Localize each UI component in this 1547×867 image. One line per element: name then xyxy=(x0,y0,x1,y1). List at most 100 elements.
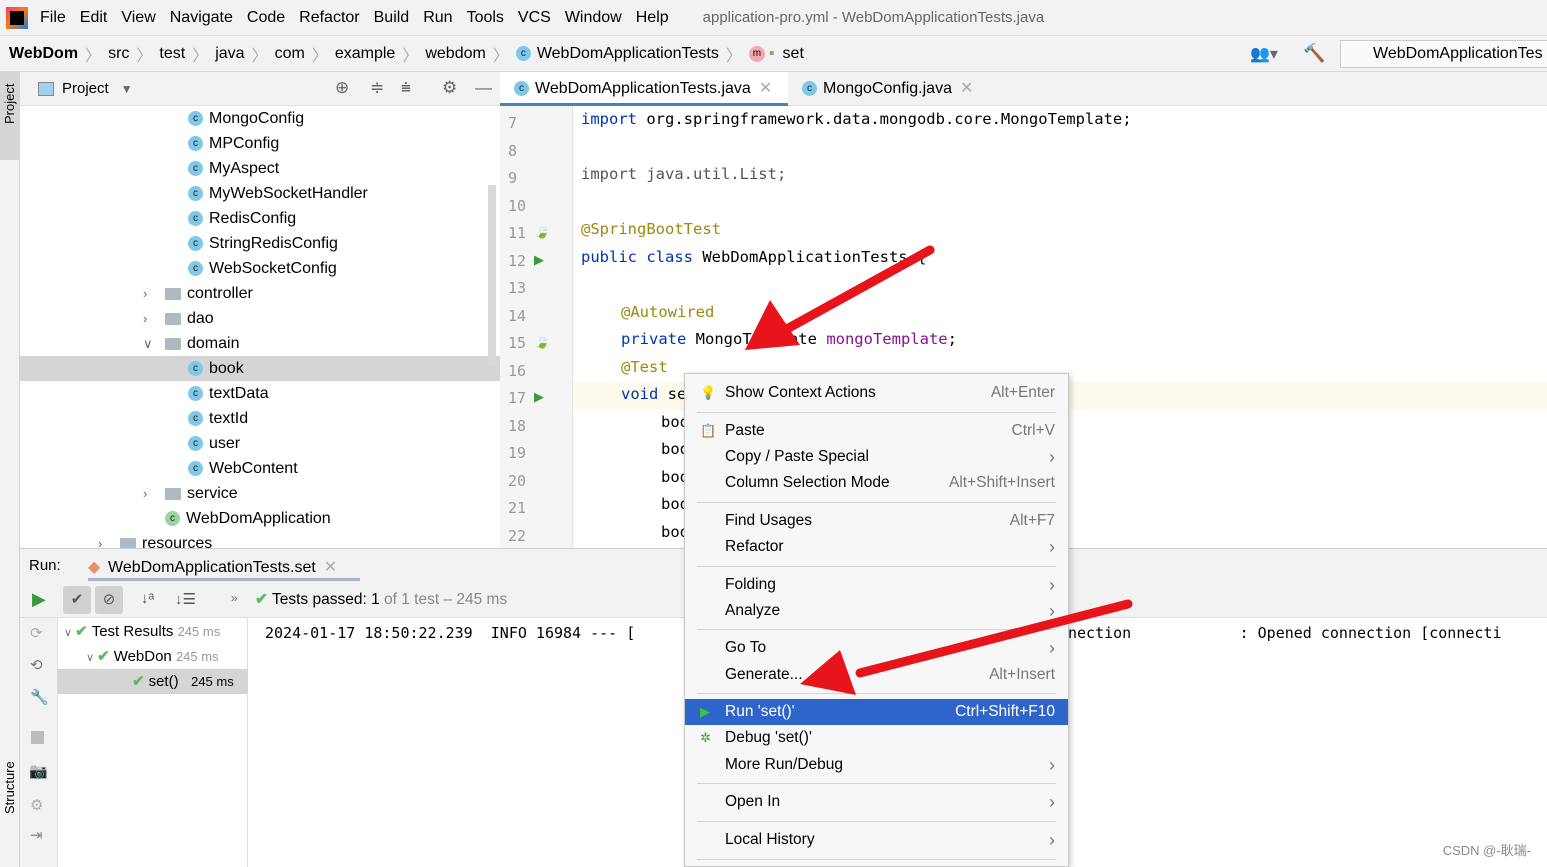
close-icon[interactable]: ✕ xyxy=(324,559,337,576)
tree-item[interactable]: c WebDomApplication xyxy=(20,506,500,531)
menu-item-more-run-debug[interactable]: More Run/Debug › xyxy=(685,752,1068,778)
menu-item-copy-paste-special[interactable]: Copy / Paste Special › xyxy=(685,444,1068,470)
close-icon[interactable]: ✕ xyxy=(759,80,772,97)
tree-item[interactable]: › dao xyxy=(20,306,500,331)
tree-item[interactable]: › service xyxy=(20,481,500,506)
hide-icon[interactable]: — xyxy=(475,78,492,98)
tree-item[interactable]: › resources xyxy=(20,531,500,548)
tree-item[interactable]: c user xyxy=(20,431,500,456)
tab-mongoconfig[interactable]: c MongoConfig.java ✕ xyxy=(788,72,988,106)
menu-item-debug-set[interactable]: ✲ Debug 'set()' xyxy=(685,725,1068,751)
tree-item[interactable]: c MyAspect xyxy=(20,156,500,181)
run-config-select[interactable]: WebDomApplicationTes xyxy=(1340,40,1547,68)
tree-item[interactable]: c MyWebSocketHandler xyxy=(20,181,500,206)
chevron-down-icon[interactable]: ∨ xyxy=(143,331,153,356)
camera-icon[interactable]: 📷 xyxy=(29,762,48,780)
bean-icon[interactable]: 🍃 xyxy=(534,224,550,240)
project-scrollbar[interactable] xyxy=(488,185,496,365)
tab-webdomapplicationtests[interactable]: c WebDomApplicationTests.java ✕ xyxy=(500,72,788,106)
run-tab[interactable]: ◆ WebDomApplicationTests.set ✕ xyxy=(88,549,360,581)
test-row-selected[interactable]: ✔ set() 245 ms xyxy=(58,669,248,694)
menu-item-open-in[interactable]: Open In › xyxy=(685,789,1068,815)
menu-run[interactable]: Run xyxy=(423,9,452,27)
settings-icon[interactable]: ⚙ xyxy=(30,796,43,814)
sort-alpha-icon[interactable]: ↓ᵃ xyxy=(141,590,154,607)
tree-item[interactable]: c MongoConfig xyxy=(20,106,500,131)
menu-vcs[interactable]: VCS xyxy=(518,9,551,27)
toggle-auto-test-icon[interactable]: ⟲ xyxy=(30,656,43,674)
crumb-class[interactable]: WebDomApplicationTests xyxy=(537,45,719,63)
chevron-down-icon[interactable]: ∨ xyxy=(86,652,97,664)
menu-tools[interactable]: Tools xyxy=(467,9,504,27)
stop-icon[interactable] xyxy=(31,731,44,744)
expand-all-icon[interactable]: ≑ xyxy=(370,78,384,98)
rerun-icon[interactable]: ▶ xyxy=(32,589,46,610)
chevron-down-icon[interactable]: ▼ xyxy=(121,82,133,96)
tree-item[interactable]: c textId xyxy=(20,406,500,431)
chevron-right-icon[interactable]: › xyxy=(98,531,102,548)
tree-item[interactable]: c RedisConfig xyxy=(20,206,500,231)
crumb-example[interactable]: example xyxy=(335,45,395,63)
chevron-right-icon[interactable]: › xyxy=(143,481,147,506)
tree-item[interactable]: › controller xyxy=(20,281,500,306)
menu-window[interactable]: Window xyxy=(565,9,622,27)
bean-icon[interactable]: 🍃 xyxy=(534,334,550,350)
chevron-down-icon[interactable]: ∨ xyxy=(64,627,75,639)
crumb-com[interactable]: com xyxy=(275,45,305,63)
menu-item-show-context-actions[interactable]: 💡 Show Context Actions Alt+Enter xyxy=(685,380,1068,406)
menu-item-local-history[interactable]: Local History › xyxy=(685,827,1068,853)
menu-refactor[interactable]: Refactor xyxy=(299,9,359,27)
show-ignored-toggle[interactable]: ⊘ xyxy=(95,586,123,614)
collapse-all-icon[interactable]: ⩧ xyxy=(401,78,411,98)
project-tool-tab[interactable]: Project xyxy=(2,84,17,124)
chevron-right-icon[interactable]: › xyxy=(143,281,147,306)
menu-item-folding[interactable]: Folding › xyxy=(685,572,1068,598)
tree-item[interactable]: ∨ domain xyxy=(20,331,500,356)
crumb-webdom[interactable]: webdom xyxy=(425,45,485,63)
test-row[interactable]: ∨ ✔ WebDon 245 ms xyxy=(86,645,248,669)
menu-item-column-selection-mode[interactable]: Column Selection Mode Alt+Shift+Insert xyxy=(685,470,1068,496)
menu-item-analyze[interactable]: Analyze › xyxy=(685,598,1068,624)
tree-item[interactable]: c textData xyxy=(20,381,500,406)
sort-duration-icon[interactable]: ↓☰ xyxy=(175,590,196,608)
rerun-failed-icon[interactable]: ⟳ xyxy=(30,624,43,642)
menu-item-run-set[interactable]: ▶ Run 'set()' Ctrl+Shift+F10 xyxy=(685,699,1068,725)
structure-tool-tab[interactable]: Structure xyxy=(2,761,17,814)
gear-icon[interactable]: ⚙ xyxy=(442,78,457,98)
exit-icon[interactable]: ⇥ xyxy=(30,826,43,844)
menu-item-generate[interactable]: Generate... Alt+Insert xyxy=(685,662,1068,688)
menu-build[interactable]: Build xyxy=(374,9,410,27)
crumb-java[interactable]: java xyxy=(215,45,244,63)
menu-item-find-usages[interactable]: Find Usages Alt+F7 xyxy=(685,508,1068,534)
tree-item[interactable]: c StringRedisConfig xyxy=(20,231,500,256)
menu-file[interactable]: File xyxy=(40,9,66,27)
project-view-select[interactable]: Project xyxy=(62,80,109,97)
crumb-src[interactable]: src xyxy=(108,45,129,63)
user-icon[interactable]: 👥▾ xyxy=(1250,44,1278,64)
crumb-method[interactable]: set xyxy=(783,45,804,63)
menu-help[interactable]: Help xyxy=(636,9,669,27)
menu-item-refactor[interactable]: Refactor › xyxy=(685,534,1068,560)
menu-edit[interactable]: Edit xyxy=(80,9,108,27)
tree-item[interactable]: c book xyxy=(20,356,500,381)
console-output[interactable]: 2024-01-17 18:50:22.239 INFO 16984 --- [ xyxy=(265,624,635,642)
build-hammer-icon[interactable]: 🔨 xyxy=(1303,43,1325,64)
tree-item[interactable]: c MPConfig xyxy=(20,131,500,156)
close-icon[interactable]: ✕ xyxy=(960,80,973,97)
crumb-project[interactable]: WebDom xyxy=(9,45,78,63)
wrench-icon[interactable]: 🔧 xyxy=(30,688,49,706)
menu-item-paste[interactable]: 📋 Paste Ctrl+V xyxy=(685,418,1068,444)
show-passed-toggle[interactable]: ✔ xyxy=(63,586,91,614)
run-gutter-icon[interactable]: ▶ xyxy=(534,389,544,405)
menu-view[interactable]: View xyxy=(121,9,155,27)
menu-code[interactable]: Code xyxy=(247,9,285,27)
menu-navigate[interactable]: Navigate xyxy=(170,9,233,27)
more-icon[interactable]: » xyxy=(231,591,238,605)
tree-item[interactable]: c WebSocketConfig xyxy=(20,256,500,281)
menu-item-go-to[interactable]: Go To › xyxy=(685,635,1068,661)
locate-icon[interactable]: ⊕ xyxy=(335,78,349,98)
crumb-test[interactable]: test xyxy=(159,45,185,63)
run-gutter-icon[interactable]: ▶ xyxy=(534,252,544,268)
chevron-right-icon[interactable]: › xyxy=(143,306,147,331)
tree-item[interactable]: c WebContent xyxy=(20,456,500,481)
